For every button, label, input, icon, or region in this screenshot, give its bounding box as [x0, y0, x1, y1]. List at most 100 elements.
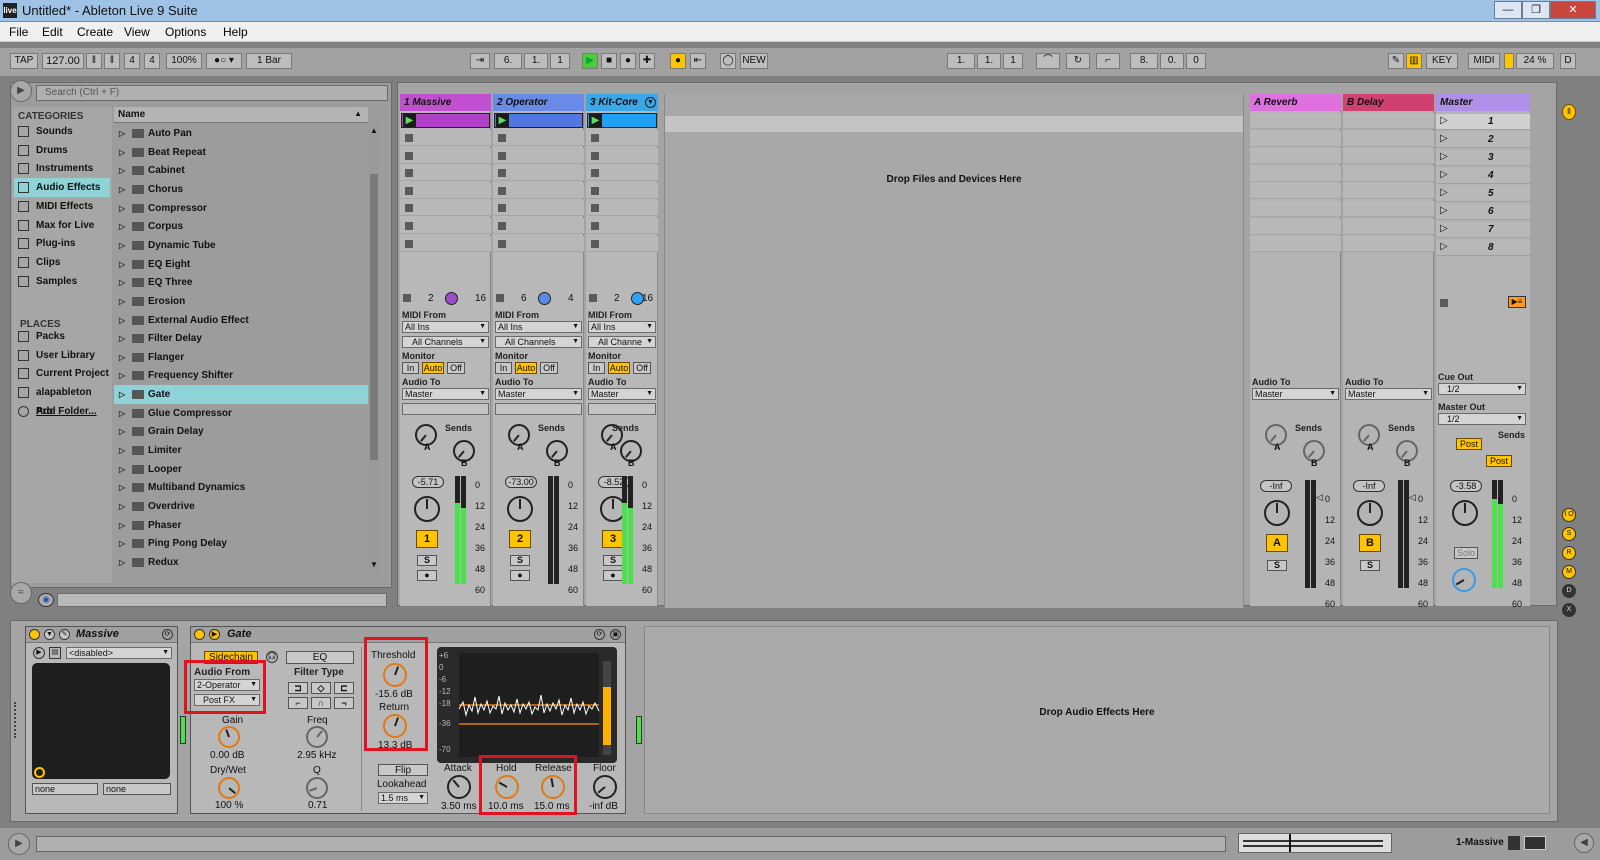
- return-knob[interactable]: [383, 714, 407, 738]
- clip-stop-icon[interactable]: [405, 169, 413, 178]
- clip-stop-icon[interactable]: [591, 239, 599, 248]
- loop-length-sixteenth[interactable]: 0: [1186, 53, 1206, 69]
- automation-arm-icon[interactable]: ●: [670, 53, 686, 69]
- return-value[interactable]: 13.3 dB: [378, 740, 412, 751]
- clip-stop-icon[interactable]: [498, 186, 506, 195]
- clip-stop-icon[interactable]: [498, 239, 506, 248]
- loop-start-beat[interactable]: 1.: [977, 53, 1001, 69]
- expand-triangle-icon[interactable]: ▷: [119, 478, 125, 497]
- cue-out-select[interactable]: 1/2: [1438, 383, 1526, 395]
- expand-triangle-icon[interactable]: ▷: [119, 385, 125, 404]
- volume-value[interactable]: -73.00: [505, 476, 537, 488]
- browser-item[interactable]: ▷ Auto Pan: [114, 124, 368, 143]
- draw-mode-icon[interactable]: ✎: [1388, 53, 1404, 69]
- plugin-edit-icon[interactable]: ▶: [33, 647, 45, 659]
- scene-launch-icon[interactable]: ▷: [1440, 223, 1448, 234]
- gate-hot-swap-icon[interactable]: ⟳: [594, 629, 605, 640]
- sidechain-source-select[interactable]: 2-Operator: [194, 679, 260, 691]
- scene-launch-icon[interactable]: ▷: [1440, 205, 1448, 216]
- monitor-off-button[interactable]: Off: [633, 362, 651, 374]
- crossfade-icon[interactable]: ▶≡: [1508, 296, 1526, 308]
- gate-save-icon[interactable]: ▣: [610, 629, 621, 640]
- browser-item[interactable]: ▷ Overdrive: [114, 497, 368, 516]
- plugin-param-select[interactable]: <disabled>: [66, 647, 172, 659]
- track-activator-button[interactable]: 2: [509, 530, 531, 548]
- clip-slot[interactable]: [400, 200, 491, 217]
- device-view-icon[interactable]: [1508, 836, 1520, 850]
- track-stop-icon[interactable]: [589, 294, 597, 302]
- clip-stop-icon[interactable]: [591, 169, 599, 178]
- solo-button[interactable]: S: [417, 555, 437, 566]
- mixer-section-toggle[interactable]: D: [1562, 584, 1576, 598]
- pan-knob[interactable]: [507, 496, 533, 522]
- browser-item[interactable]: ▷ Erosion: [114, 292, 368, 311]
- q-knob[interactable]: [306, 777, 328, 799]
- clip-stop-icon[interactable]: [591, 222, 599, 230]
- midi-channel-select[interactable]: All Channels: [495, 336, 582, 348]
- expand-triangle-icon[interactable]: ▷: [119, 311, 125, 330]
- audio-to-select[interactable]: Master: [588, 388, 656, 400]
- clip-slot[interactable]: [400, 147, 491, 164]
- threshold-knob[interactable]: [383, 663, 407, 687]
- expand-triangle-icon[interactable]: ▷: [119, 404, 125, 423]
- browser-item[interactable]: ▷ Dynamic Tube: [114, 236, 368, 255]
- x-axis-param[interactable]: none: [32, 783, 98, 795]
- clip-slot[interactable]: [493, 200, 584, 217]
- drop-zone[interactable]: Drop Files and Devices Here: [664, 94, 1244, 608]
- expand-triangle-icon[interactable]: ▷: [119, 441, 125, 460]
- category-plug-ins[interactable]: Plug-ins: [14, 234, 110, 253]
- position-bar[interactable]: 6.: [494, 53, 522, 69]
- clip-slot[interactable]: [586, 182, 658, 199]
- release-knob[interactable]: [541, 775, 565, 799]
- volume-value[interactable]: -Inf: [1260, 480, 1292, 492]
- mixer-section-toggle[interactable]: R: [1562, 546, 1576, 560]
- expand-triangle-icon[interactable]: ▷: [119, 460, 125, 479]
- clip-stop-icon[interactable]: [591, 134, 599, 142]
- audio-to-channel-select[interactable]: [402, 403, 489, 415]
- track-stop-icon[interactable]: [496, 294, 504, 302]
- expand-icon[interactable]: ▼: [44, 629, 55, 640]
- nudge-up-icon[interactable]: ‖: [104, 53, 120, 69]
- track-activator-button[interactable]: 1: [416, 530, 438, 548]
- sidechain-eq-button[interactable]: EQ: [286, 651, 354, 664]
- solo-button[interactable]: S: [1360, 560, 1380, 571]
- scroll-down-icon[interactable]: ▼: [370, 560, 378, 569]
- scroll-up-icon[interactable]: ▲: [370, 126, 378, 135]
- scene-row[interactable]: ▷ 5: [1436, 186, 1530, 202]
- signature-numerator[interactable]: 4: [124, 53, 140, 69]
- browser-toggle-icon[interactable]: ▶: [10, 80, 32, 102]
- browser-item[interactable]: ▷ Multiband Dynamics: [114, 478, 368, 497]
- hold-knob[interactable]: [495, 775, 519, 799]
- midi-from-select[interactable]: All Ins: [402, 321, 489, 333]
- midi-channel-select[interactable]: All Channels: [402, 336, 489, 348]
- expand-triangle-icon[interactable]: ▷: [119, 161, 125, 180]
- scene-row[interactable]: ▷ 7: [1436, 222, 1530, 238]
- clip-stop-icon[interactable]: [591, 186, 599, 195]
- volume-value[interactable]: -Inf: [1353, 480, 1385, 492]
- return-activator-button[interactable]: A: [1266, 534, 1288, 552]
- browser-item[interactable]: ▷ Filter Delay: [114, 329, 368, 348]
- detail-view-toggle-icon[interactable]: ◀: [1574, 833, 1594, 853]
- clip-launch-icon[interactable]: ▶: [589, 114, 602, 127]
- track-header[interactable]: 1 Massive: [400, 94, 491, 111]
- wrench-icon[interactable]: ✎: [59, 629, 70, 640]
- track-stop-icon[interactable]: [403, 294, 411, 302]
- flip-button[interactable]: Flip: [378, 764, 428, 776]
- browser-item[interactable]: ▷ Phaser: [114, 516, 368, 535]
- browser-search-input[interactable]: Search (Ctrl + F): [36, 85, 388, 101]
- clip-stop-icon[interactable]: [498, 151, 506, 160]
- loop-start-sixteenth[interactable]: 1: [1003, 53, 1023, 69]
- sidechain-listen-icon[interactable]: 🎧: [266, 651, 278, 663]
- clip-slot[interactable]: [586, 200, 658, 217]
- midi-from-select[interactable]: All Ins: [588, 321, 656, 333]
- clip-slot[interactable]: [586, 130, 658, 146]
- mixer-section-toggle[interactable]: S: [1562, 527, 1576, 541]
- floor-knob[interactable]: [593, 775, 617, 799]
- expand-triangle-icon[interactable]: ▷: [119, 366, 125, 385]
- nudge-down-icon[interactable]: ‖: [86, 53, 102, 69]
- menu-options[interactable]: Options: [165, 25, 206, 39]
- audio-to-select[interactable]: Master: [1345, 388, 1432, 400]
- place-add-folder-[interactable]: Add Folder...: [14, 402, 110, 421]
- computer-midi-keyboard-icon[interactable]: ▥: [1406, 53, 1422, 69]
- session-record-icon[interactable]: ◯: [720, 53, 736, 69]
